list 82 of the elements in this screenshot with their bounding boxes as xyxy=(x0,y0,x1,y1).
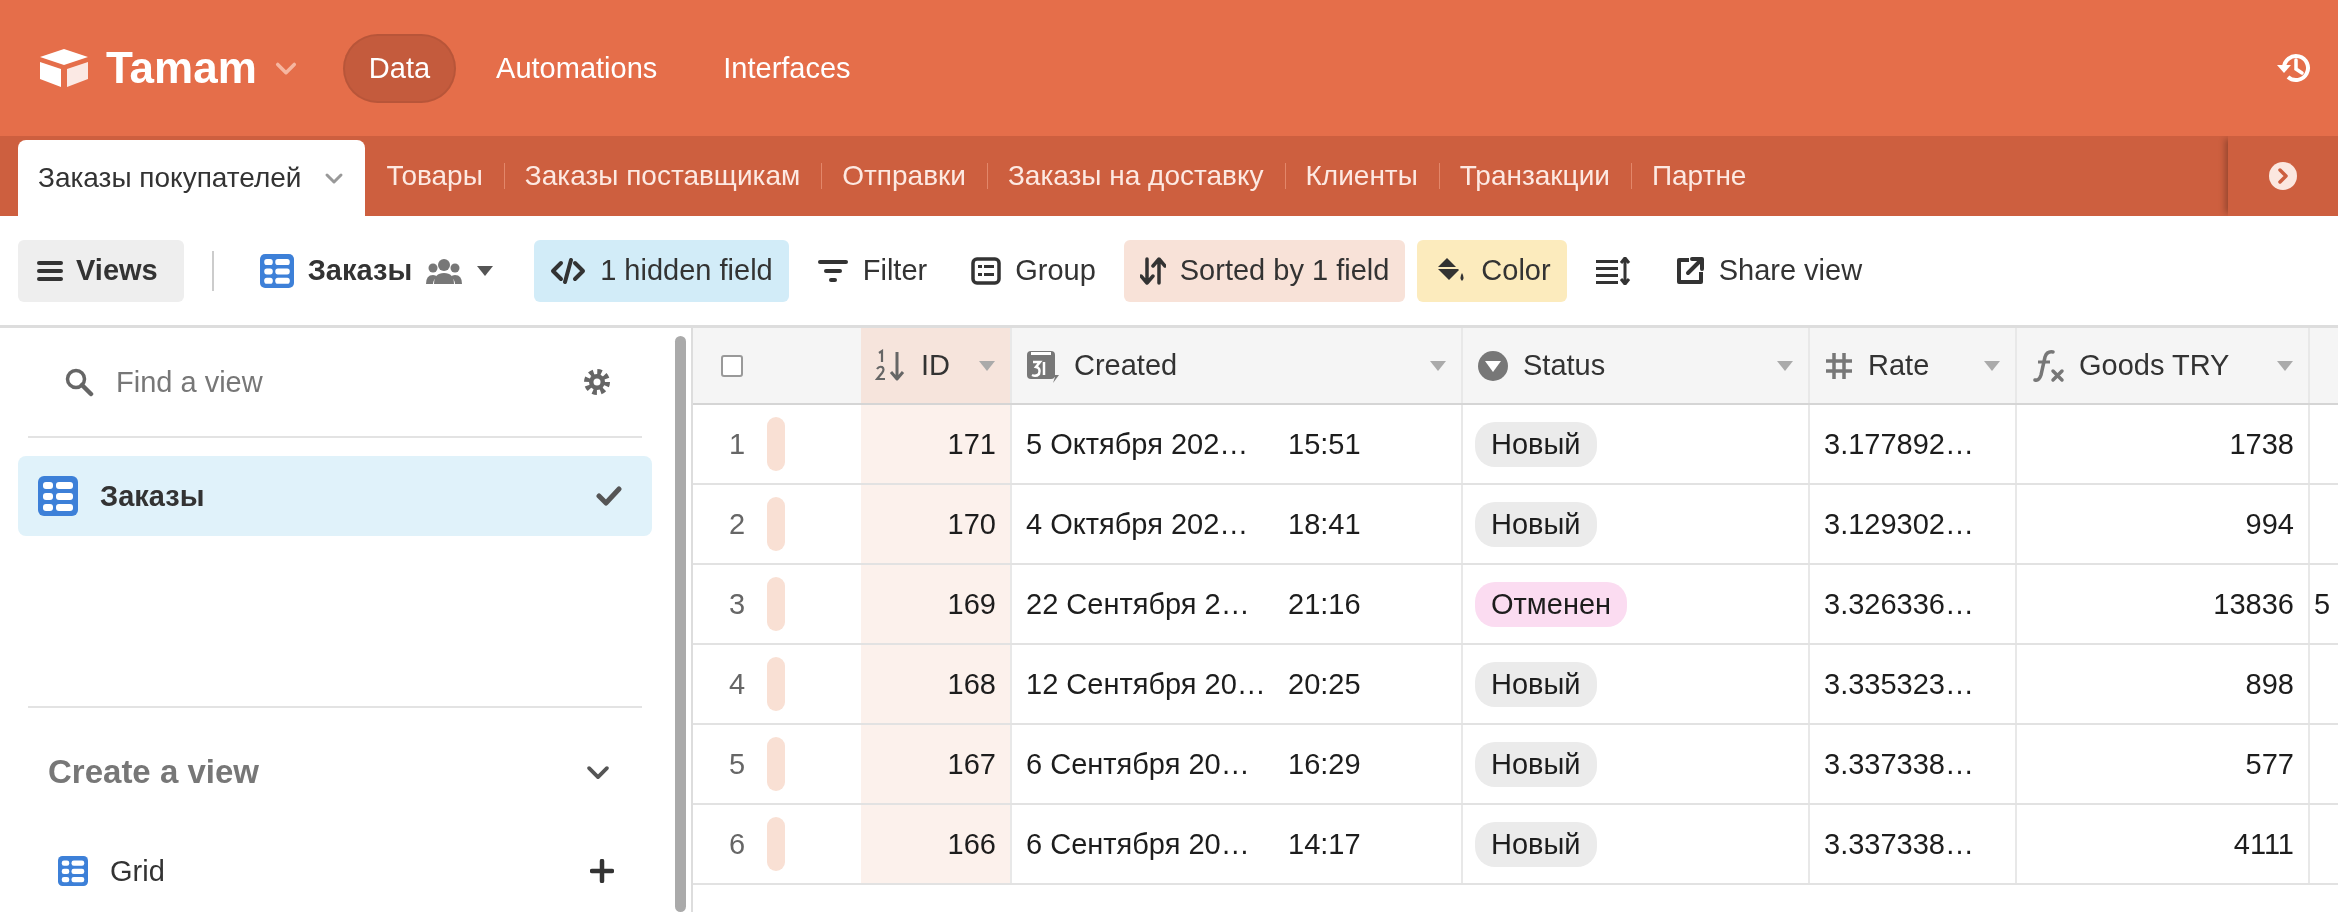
calendar-icon xyxy=(1026,348,1060,383)
view-item[interactable]: Заказы xyxy=(18,456,652,536)
date-value: 6 Сентября 20… xyxy=(1026,827,1251,861)
goods-value: 898 xyxy=(2245,667,2294,701)
column-header[interactable]: ID xyxy=(861,328,1012,403)
goods-value: 1738 xyxy=(2229,427,2294,461)
filter-button[interactable]: Filter xyxy=(800,239,944,302)
hidden-button[interactable]: 1 hidden field xyxy=(534,239,789,302)
scrollbar[interactable] xyxy=(675,336,686,912)
create-view-item[interactable]: Grid xyxy=(18,836,652,906)
row-height-icon[interactable] xyxy=(1594,256,1631,285)
rate-value: 3.129302… xyxy=(1824,507,1974,541)
cell-value: 5 xyxy=(2314,587,2331,621)
rate-value: 3.335323… xyxy=(1824,667,1974,701)
group-button[interactable]: Group xyxy=(955,239,1112,302)
section-title[interactable]: Create a view xyxy=(48,753,259,791)
share-icon xyxy=(1674,255,1705,286)
date-value: 5 Октября 202… xyxy=(1026,427,1250,461)
id-value: 171 xyxy=(947,427,996,461)
grid-view-icon xyxy=(58,856,88,886)
status-tag: Новый xyxy=(1475,821,1597,867)
rate-value: 3.337338… xyxy=(1824,747,1974,781)
menu-icon xyxy=(36,259,64,282)
cube-logo-icon xyxy=(38,48,90,88)
row-number: 3 xyxy=(727,587,747,621)
date-value: 4 Октября 202… xyxy=(1026,507,1250,541)
date-value: 12 Сентября 20… xyxy=(1026,667,1267,701)
color-button[interactable]: Color xyxy=(1417,239,1567,302)
id-value: 168 xyxy=(947,667,996,701)
time-value: 16:29 xyxy=(1288,747,1361,781)
list-icon xyxy=(971,256,1002,285)
people-icon xyxy=(426,257,463,284)
search-icon xyxy=(64,367,94,397)
check-icon xyxy=(596,485,622,507)
hash-icon xyxy=(1824,350,1854,381)
row-number: 2 xyxy=(727,507,747,541)
status-tag: Новый xyxy=(1475,661,1597,707)
number-sort-icon xyxy=(875,348,907,383)
sort-arrows-icon xyxy=(1139,256,1166,285)
filter-icon xyxy=(816,257,849,284)
table-tab[interactable]: Заказы покупателей xyxy=(18,140,366,216)
row-number: 6 xyxy=(727,827,747,861)
date-value: 22 Сентября 2… xyxy=(1026,587,1251,621)
goods-value: 577 xyxy=(2245,747,2294,781)
id-value: 170 xyxy=(947,507,996,541)
status-tag: Новый xyxy=(1475,741,1597,787)
id-value: 166 xyxy=(947,827,996,861)
find-view-field[interactable]: Find a view xyxy=(116,365,560,399)
view-switcher[interactable]: Заказы xyxy=(243,239,511,302)
goods-value: 4111 xyxy=(2233,827,2294,861)
grid-view-icon xyxy=(38,476,78,516)
formula-icon xyxy=(2031,348,2065,383)
select-all-checkbox[interactable] xyxy=(721,354,743,377)
row-number: 1 xyxy=(727,427,747,461)
time-value: 18:41 xyxy=(1288,507,1361,541)
time-value: 15:51 xyxy=(1288,427,1361,461)
time-value: 14:17 xyxy=(1288,827,1361,861)
date-value: 6 Сентября 20… xyxy=(1026,747,1251,781)
status-tag: Отменен xyxy=(1475,581,1628,627)
id-value: 169 xyxy=(947,587,996,621)
views-button[interactable]: Views xyxy=(18,239,184,302)
row-number: 5 xyxy=(727,747,747,781)
status-tag: Новый xyxy=(1475,501,1597,547)
caret-down-icon[interactable] xyxy=(476,264,495,277)
rate-value: 3.326336… xyxy=(1824,587,1974,621)
goods-value: 13836 xyxy=(2213,587,2294,621)
grid-view-icon xyxy=(259,253,294,288)
row-number: 4 xyxy=(727,667,747,701)
sort-button[interactable]: Sorted by 1 field xyxy=(1123,239,1406,302)
goods-value: 994 xyxy=(2245,507,2294,541)
rate-value: 3.337338… xyxy=(1824,827,1974,861)
time-value: 20:25 xyxy=(1288,667,1361,701)
plus-icon[interactable] xyxy=(590,859,614,883)
time-value: 21:16 xyxy=(1288,587,1361,621)
share-button[interactable]: Share view xyxy=(1658,239,1879,302)
dropdown-circle-icon xyxy=(1477,349,1509,382)
status-tag: Новый xyxy=(1475,421,1597,467)
hidden-field-icon xyxy=(550,257,587,284)
id-value: 167 xyxy=(947,747,996,781)
nav-tab[interactable]: Data xyxy=(342,33,457,103)
rate-value: 3.177892… xyxy=(1824,427,1974,461)
settings-icon[interactable] xyxy=(582,367,612,397)
